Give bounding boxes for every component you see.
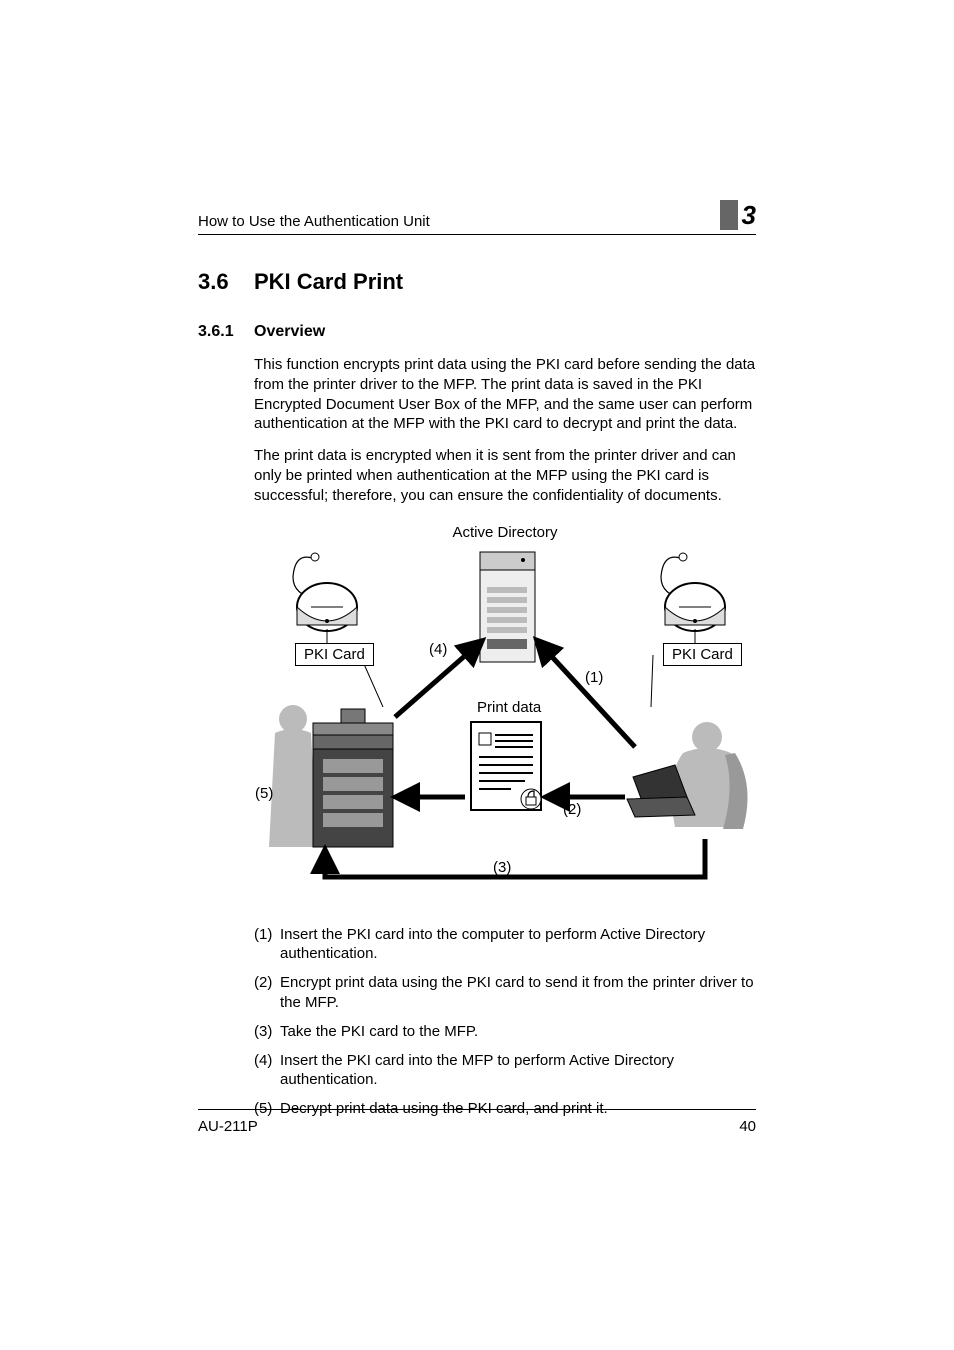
step-item: (4) Insert the PKI card into the MFP to …	[254, 1051, 756, 1091]
page-header: How to Use the Authentication Unit 3	[198, 200, 756, 235]
step-text: Encrypt print data using the PKI card to…	[280, 973, 756, 1013]
paragraph-1: This function encrypts print data using …	[254, 355, 756, 434]
footer-model: AU-211P	[198, 1118, 258, 1135]
section-number: 3.6	[198, 269, 254, 295]
step-item: (2) Encrypt print data using the PKI car…	[254, 973, 756, 1013]
diagram-svg	[255, 547, 755, 907]
person-at-mfp-icon	[269, 705, 393, 847]
print-data-label: Print data	[477, 699, 541, 716]
callout-1: (1)	[585, 669, 603, 686]
chapter-tab-bar	[720, 200, 738, 230]
subsection-number: 3.6.1	[198, 323, 254, 341]
section-heading: 3.6 PKI Card Print	[198, 269, 756, 295]
step-item: (1) Insert the PKI card into the compute…	[254, 925, 756, 965]
callout-5: (5)	[255, 785, 273, 802]
page-footer: AU-211P 40	[198, 1109, 756, 1135]
subsection-title: Overview	[254, 323, 325, 341]
section-title: PKI Card Print	[254, 269, 403, 295]
chapter-tab: 3	[720, 200, 756, 230]
callout-2: (2)	[563, 801, 581, 818]
callout-3: (3)	[493, 859, 511, 876]
step-text: Insert the PKI card into the MFP to perf…	[280, 1051, 756, 1091]
person-at-laptop-icon	[627, 722, 748, 829]
figure: Active Directory	[254, 524, 756, 907]
step-number: (1)	[254, 925, 280, 965]
pki-card-reader-right-icon	[661, 553, 725, 631]
subsection-heading: 3.6.1 Overview	[198, 323, 756, 341]
pki-card-label-left: PKI Card	[295, 643, 374, 666]
step-item: (3) Take the PKI card to the MFP.	[254, 1022, 756, 1042]
step-number: (2)	[254, 973, 280, 1013]
running-head: How to Use the Authentication Unit	[198, 213, 720, 230]
callout-4: (4)	[429, 641, 447, 658]
step-list: (1) Insert the PKI card into the compute…	[254, 925, 756, 1119]
pki-card-reader-left-icon	[293, 553, 357, 631]
figure-caption: Active Directory	[254, 524, 756, 541]
chapter-number: 3	[742, 200, 756, 230]
step-number: (3)	[254, 1022, 280, 1042]
pki-card-label-right: PKI Card	[663, 643, 742, 666]
step-text: Take the PKI card to the MFP.	[280, 1022, 756, 1042]
diagram: PKI Card PKI Card Print data (4) (1) (2)…	[255, 547, 755, 907]
paragraph-2: The print data is encrypted when it is s…	[254, 446, 756, 505]
step-number: (4)	[254, 1051, 280, 1091]
print-data-icon	[471, 722, 541, 810]
server-icon	[480, 552, 535, 662]
footer-page-number: 40	[739, 1118, 756, 1135]
step-text: Insert the PKI card into the computer to…	[280, 925, 756, 965]
